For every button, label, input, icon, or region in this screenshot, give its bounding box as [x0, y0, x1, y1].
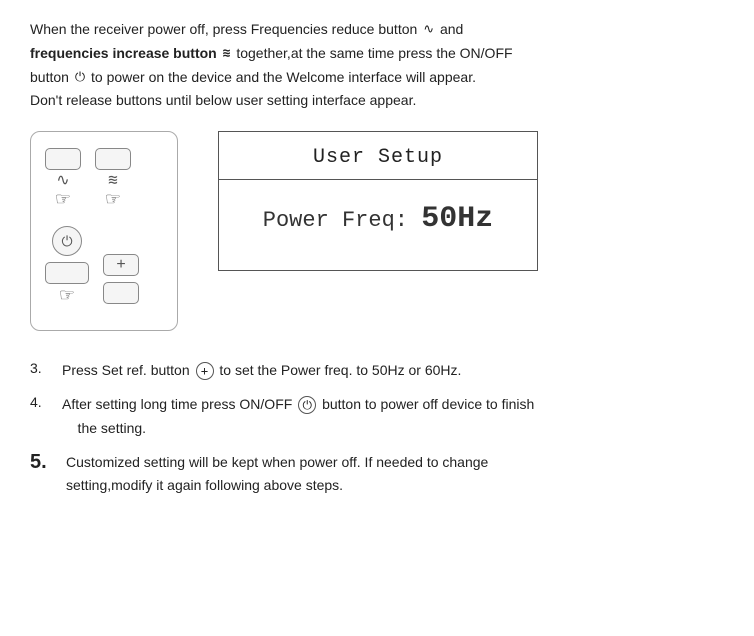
plus-btn-base — [103, 282, 139, 304]
device-top-row: ∿ ☞ ≋ ☞ — [45, 148, 163, 208]
power-btn-base — [45, 262, 89, 284]
plus-btn-rect: + — [103, 254, 139, 276]
step-5-num: 5. — [30, 451, 66, 474]
intro-paragraph: When the receiver power off, press Frequ… — [30, 18, 724, 113]
step-4: 4. After setting long time press ON/OFF … — [30, 393, 724, 441]
bold-text: frequencies increase button ≋ — [30, 45, 232, 61]
step-3-text: Press Set ref. button + to set the Power… — [62, 359, 724, 383]
setup-body-label: Power Freq: — [263, 208, 408, 233]
set-ref-icon: + — [196, 362, 214, 380]
steps-list: 3. Press Set ref. button + to set the Po… — [30, 359, 724, 498]
power-btn-rect: ⏻ — [52, 226, 82, 256]
diagram-area: ∿ ☞ ≋ ☞ ⏻ ☞ + User Set — [30, 131, 724, 331]
step-4-text: After setting long time press ON/OFF ⏻ b… — [62, 393, 724, 441]
step-3-num: 3. — [30, 359, 62, 376]
intro-line1: When the receiver power off, press Frequ… — [30, 21, 463, 37]
intro-line3: button ⏻ to power on the device and the … — [30, 69, 476, 85]
and-word: and — [440, 21, 463, 37]
intro-line2: frequencies increase button ≋ together,a… — [30, 45, 513, 61]
freq-reduce-hand: ☞ — [55, 190, 71, 208]
freq-increase-wave: ≋ — [108, 172, 118, 188]
step-5: 5. Customized setting will be kept when … — [30, 451, 724, 499]
user-setup-box: User Setup Power Freq: 50Hz — [218, 131, 538, 271]
step-5-text: Customized setting will be kept when pow… — [66, 451, 724, 499]
setup-title: User Setup — [219, 132, 537, 180]
setup-body-value: 50Hz — [421, 202, 493, 236]
intro-line4: Don't release buttons until below user s… — [30, 92, 416, 108]
setup-body: Power Freq: 50Hz — [219, 180, 537, 258]
onoff-icon: ⏻ — [298, 396, 316, 414]
power-hand: ☞ — [59, 286, 75, 304]
step-4-num: 4. — [30, 393, 62, 410]
freq-reduce-btn: ∿ ☞ — [45, 148, 81, 208]
plus-btn-group: + — [103, 254, 139, 304]
power-icon-inline: ⏻ — [75, 67, 85, 89]
power-btn-icon: ⏻ — [61, 233, 72, 250]
device-bottom-row: ⏻ ☞ + — [45, 226, 163, 304]
freq-increase-rect — [95, 148, 131, 170]
freq-reduce-rect — [45, 148, 81, 170]
freq-increase-btn: ≋ ☞ — [95, 148, 131, 208]
freq-reduce-wave: ∿ — [56, 172, 69, 188]
freq-reduce-icon: ∿ — [423, 19, 434, 41]
power-btn-group: ⏻ ☞ — [45, 226, 89, 304]
device-illustration: ∿ ☞ ≋ ☞ ⏻ ☞ + — [30, 131, 178, 331]
step-3: 3. Press Set ref. button + to set the Po… — [30, 359, 724, 383]
freq-increase-hand: ☞ — [105, 190, 121, 208]
freq-increase-icon: ≋ — [223, 43, 231, 65]
